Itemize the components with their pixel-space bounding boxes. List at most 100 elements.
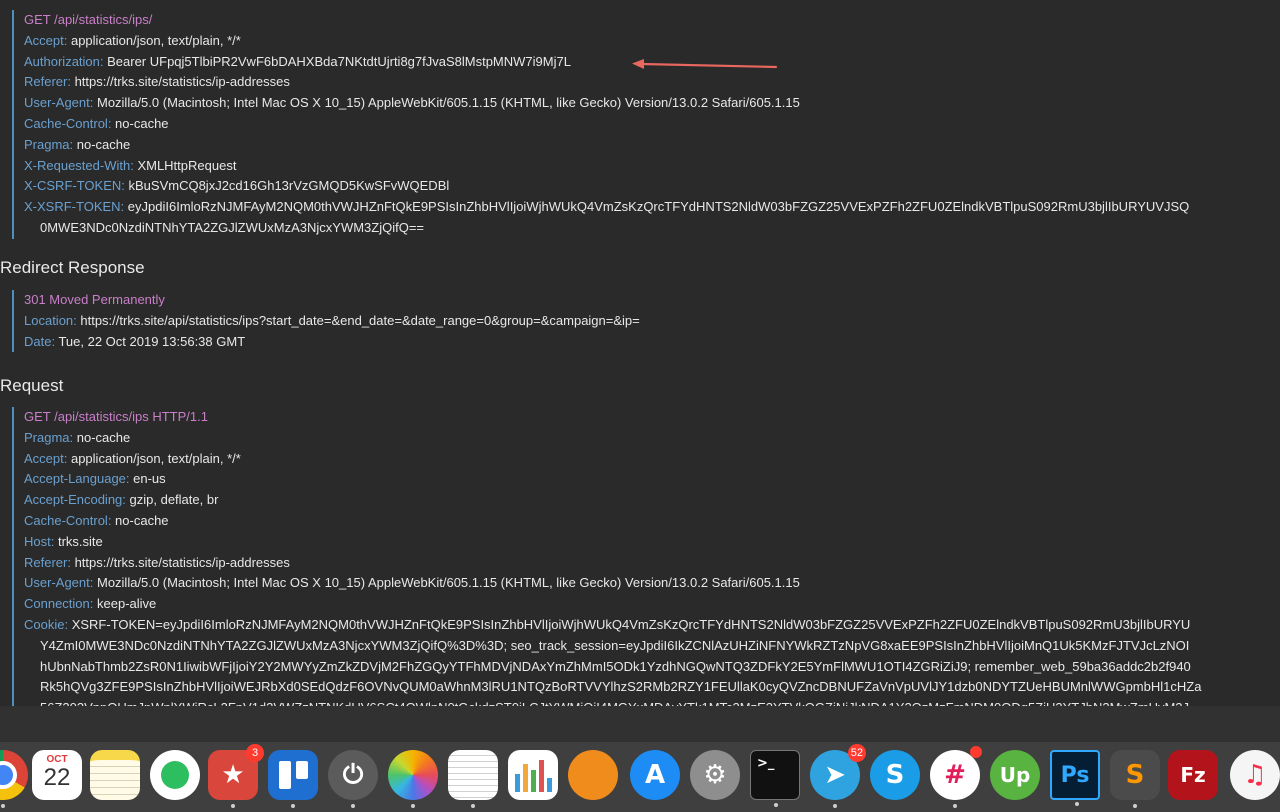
terminal-icon[interactable]: >_ [750,750,800,807]
network-inspector-panel: GET /api/statistics/ips/ Accept: applica… [0,0,1280,706]
annotation-arrow-icon [632,59,778,69]
header-key: Authorization: [24,53,104,69]
notes-icon[interactable] [90,750,140,800]
notification-badge [970,746,982,758]
request-line[interactable]: GET /api/statistics/ips/ [24,10,1280,31]
cookie-value-line: Y4ZmI0MWE3NDc0NzdiNTNhYTA2ZGJlZWUxMzA3Nj… [40,637,1190,653]
header-value: keep-alive [93,596,157,612]
header-value: no-cache [111,512,169,528]
header-key: Cache-Control: [24,512,112,528]
header-key: Cache-Control: [24,115,112,131]
cookie-value-line: Rk5hQVg3ZFE9PSIsInZhbHVlIjoiWEJRbXd0SEdQ… [40,679,1202,695]
cookie-value-line: XSRF-TOKEN=eyJpdiI6ImloRzNJMFAyM2NQM0thV… [68,616,1191,632]
header-row-host[interactable]: Host: trks.site [24,532,1280,553]
power-icon[interactable]: ⏻ [328,750,378,808]
header-row-x-xsrf-token[interactable]: X-XSRF-TOKEN: eyJpdiI6ImloRzNJMFAyM2NQM0… [24,197,1280,218]
header-row-x-csrf-token[interactable]: X-CSRF-TOKEN: kBuSVmCQ8jxJ2cd16Gh13rVzGM… [24,176,1280,197]
running-indicator [833,804,837,808]
header-row-cookie: Cookie: XSRF-TOKEN=eyJpdiI6ImloRzNJMFAyM… [24,615,1280,636]
music-icon[interactable]: ♫ [1230,750,1280,800]
header-row-pragma[interactable]: Pragma: no-cache [24,135,1280,156]
header-row-location[interactable]: Location: https://trks.site/api/statisti… [24,311,1280,332]
header-row-user-agent[interactable]: User-Agent: Mozilla/5.0 (Macintosh; Inte… [24,573,1280,594]
header-row-accept[interactable]: Accept: application/json, text/plain, */… [24,449,1280,470]
skype-icon[interactable]: S [870,750,920,800]
header-key: Pragma: [24,136,74,152]
running-indicator [953,804,957,808]
header-key: Accept-Language: [24,471,130,487]
numbers-icon[interactable] [508,750,558,800]
header-row-date[interactable]: Date: Tue, 22 Oct 2019 13:56:38 GMT [24,332,1280,353]
xsrf-token-continuation: 0MWE3NDc0NzdiNTNhYTA2ZGJlZWUxMzA3NjcxYWM… [40,219,425,235]
filezilla-icon[interactable]: Fz [1168,750,1218,800]
trello-icon[interactable] [268,750,318,808]
sublime-text-icon[interactable]: S [1110,750,1160,808]
redirect-status-line[interactable]: 301 Moved Permanently [24,290,1280,311]
header-key: Cookie: [24,616,69,632]
header-value: https://trks.site/api/statistics/ips?sta… [76,312,640,328]
redirect-response-block: 301 Moved Permanently Location: https://… [12,290,1280,353]
header-value: https://trks.site/statistics/ip-addresse… [70,74,290,90]
running-indicator [411,804,415,808]
header-value: en-us [129,471,166,487]
request-title: Request [0,376,64,395]
header-value: no-cache [111,115,169,131]
header-value: application/json, text/plain, */* [67,32,241,48]
header-key: Referer: [24,74,71,90]
cookie-value-line: 56Z203VnpQUmJpWnlYWjRcL2FnV1d2VWZzNTNKdU… [24,698,1280,706]
request-http-line[interactable]: GET /api/statistics/ips HTTP/1.1 [24,407,1280,428]
photoshop-icon[interactable]: Ps [1050,750,1100,806]
header-row-accept-language[interactable]: Accept-Language: en-us [24,469,1280,490]
telegram-icon[interactable]: ➤ 52 [810,744,866,808]
chrome-icon[interactable] [0,750,28,808]
request-block: GET /api/statistics/ips HTTP/1.1 Pragma:… [12,407,1280,706]
header-key: Accept: [24,32,68,48]
header-key: User-Agent: [24,95,94,111]
cookie-value-line: hUbnNabThmb2ZsR0N1IiwibWFjIjoiY2Y2MWYyZm… [40,658,1191,674]
header-value: trks.site [54,533,103,549]
running-indicator [774,803,778,807]
header-row-x-requested-with[interactable]: X-Requested-With: XMLHttpRequest [24,156,1280,177]
header-key: Connection: [24,596,94,612]
header-value: Bearer UFpqj5TlbiPR2VwF6bDAHXBda7NKtdtUj… [103,53,571,69]
running-indicator [231,804,235,808]
calendar-icon[interactable]: OCT 22 [32,750,82,800]
header-row-pragma[interactable]: Pragma: no-cache [24,428,1280,449]
running-indicator [471,804,475,808]
wunderlist-icon[interactable]: ★ 3 [208,744,264,808]
header-value: Tue, 22 Oct 2019 13:56:38 GMT [55,333,246,349]
textedit-icon[interactable] [448,750,498,808]
header-row-user-agent[interactable]: User-Agent: Mozilla/5.0 (Macintosh; Inte… [24,93,1280,114]
header-row-connection[interactable]: Connection: keep-alive [24,594,1280,615]
running-indicator [291,804,295,808]
header-key: Referer: [24,554,71,570]
dock: OCT 22 ★ 3 ⏻ A ⚙ >_ ➤ 52 S # Up Ps S Fz ♫ [0,742,1280,812]
evernote-icon[interactable] [150,750,200,800]
header-key: Host: [24,533,55,549]
header-key: Pragma: [24,429,74,445]
header-key: Location: [24,312,77,328]
header-key: Accept: [24,450,68,466]
header-row-accept-encoding[interactable]: Accept-Encoding: gzip, deflate, br [24,490,1280,511]
header-value: application/json, text/plain, */* [67,450,241,466]
header-value: eyJpdiI6ImloRzNJMFAyM2NQM0thVWJHZnFtQkE9… [124,199,1190,215]
header-key: X-Requested-With: [24,157,134,173]
header-row-cache-control[interactable]: Cache-Control: no-cache [24,511,1280,532]
header-row-cache-control[interactable]: Cache-Control: no-cache [24,114,1280,135]
slack-icon[interactable]: # [930,746,982,808]
panel-bottom-bar [0,706,1280,742]
header-row-accept[interactable]: Accept: application/json, text/plain, */… [24,31,1280,52]
photos-icon[interactable] [388,750,438,808]
header-row-referer[interactable]: Referer: https://trks.site/statistics/ip… [24,553,1280,574]
header-key: X-CSRF-TOKEN: [24,178,125,194]
books-icon[interactable] [568,750,618,800]
header-key: X-XSRF-TOKEN: [24,199,125,215]
header-value: kBuSVmCQ8jxJ2cd16Gh13rVzGMQD5KwSFvWQEDBl [124,178,450,194]
header-value: gzip, deflate, br [125,492,219,508]
running-indicator [351,804,355,808]
app-store-icon[interactable]: A [630,750,680,800]
system-preferences-icon[interactable]: ⚙ [690,750,740,800]
header-value: https://trks.site/statistics/ip-addresse… [70,554,290,570]
running-indicator [1133,804,1137,808]
upwork-icon[interactable]: Up [990,750,1040,800]
